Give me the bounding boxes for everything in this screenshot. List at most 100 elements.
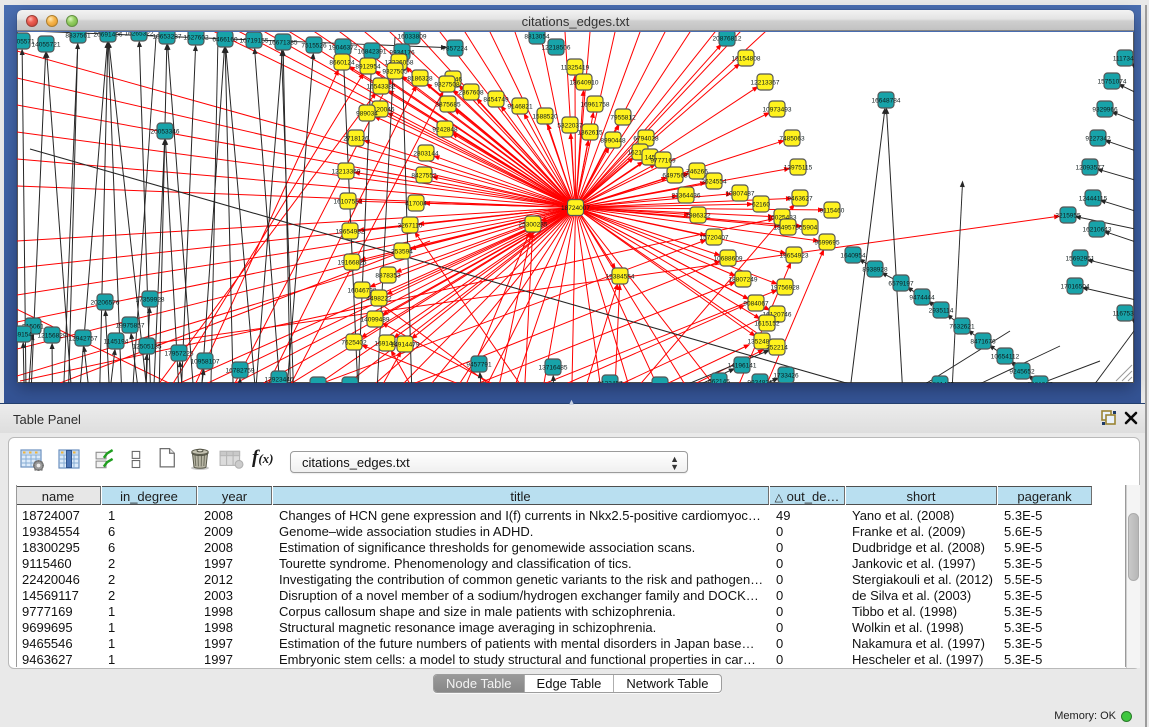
svg-text:20053346: 20053346: [151, 129, 180, 136]
svg-text:20876812: 20876812: [713, 36, 742, 43]
svg-text:15692951: 15692951: [1066, 256, 1095, 263]
svg-text:16265322: 16265322: [125, 32, 154, 38]
svg-text:15751074: 15751074: [1098, 79, 1127, 86]
svg-text:8123457: 8123457: [597, 381, 623, 383]
svg-text:16543382: 16543382: [367, 84, 396, 91]
svg-text:1527602: 1527602: [183, 35, 209, 42]
svg-text:9327505: 9327505: [382, 69, 408, 76]
svg-text:662145: 662145: [708, 379, 730, 383]
svg-text:17359928: 17359928: [136, 297, 165, 304]
svg-text:12505135: 12505135: [133, 344, 162, 351]
svg-text:2935114: 2935114: [929, 308, 954, 315]
svg-text:8990448: 8990448: [600, 138, 626, 145]
svg-text:25300235: 25300235: [519, 222, 548, 229]
svg-text:16648784: 16648784: [872, 98, 901, 105]
svg-text:12444115: 12444115: [1079, 196, 1108, 203]
svg-text:62160: 62160: [752, 202, 770, 209]
svg-text:7857224: 7857224: [442, 46, 468, 53]
svg-text:18495756: 18495756: [774, 225, 803, 232]
svg-text:16107552: 16107552: [334, 199, 363, 206]
svg-text:10688609: 10688609: [714, 256, 743, 263]
svg-text:8454749: 8454749: [483, 97, 509, 104]
svg-text:6579197: 6579197: [888, 281, 914, 288]
svg-text:15720407: 15720407: [700, 235, 729, 242]
svg-text:2718126: 2718126: [343, 136, 369, 143]
svg-text:16842391: 16842391: [358, 49, 387, 56]
svg-text:18640910: 18640910: [570, 80, 599, 87]
svg-text:7955812: 7955812: [610, 115, 636, 122]
svg-text:16154808: 16154808: [732, 56, 761, 63]
svg-text:7632621: 7632621: [949, 324, 975, 331]
svg-text:9474444: 9474444: [909, 295, 935, 302]
svg-text:19384554: 19384554: [606, 274, 635, 281]
svg-text:19756928: 19756928: [771, 285, 800, 292]
svg-text:3875685: 3875685: [435, 102, 461, 109]
svg-text:9777169: 9777169: [650, 158, 676, 165]
svg-text:9463627: 9463627: [787, 196, 813, 203]
svg-text:16671385: 16671385: [269, 40, 298, 47]
svg-text:3215955: 3215955: [1055, 213, 1081, 220]
svg-text:6497568: 6497568: [662, 173, 688, 180]
svg-text:8878353: 8878353: [375, 273, 401, 280]
svg-text:17957225: 17957225: [165, 351, 194, 358]
svg-text:9227342: 9227342: [1085, 136, 1111, 143]
svg-text:1588520: 1588520: [532, 114, 558, 121]
svg-text:16961758: 16961758: [581, 102, 610, 109]
svg-text:18807249: 18807249: [729, 277, 758, 284]
svg-text:8186328: 8186328: [407, 76, 433, 83]
svg-text:20691406: 20691406: [94, 32, 123, 39]
svg-text:1615152: 1615152: [754, 321, 780, 328]
svg-text:20206576: 20206576: [91, 300, 120, 307]
svg-text:8427552: 8427552: [411, 173, 437, 180]
svg-text:19166825: 19166825: [338, 260, 367, 267]
svg-text:13716485: 13716485: [539, 365, 568, 372]
svg-text:18724007: 18724007: [561, 205, 590, 212]
svg-text:17016504: 17016504: [1061, 284, 1090, 291]
svg-text:16033809: 16033809: [398, 34, 427, 41]
svg-text:19975857: 19975857: [116, 323, 145, 330]
svg-text:10807487: 10807487: [726, 191, 755, 198]
svg-text:9699695: 9699695: [814, 240, 840, 247]
svg-text:5904: 5904: [803, 225, 818, 232]
svg-text:16210643: 16210643: [1083, 227, 1112, 234]
svg-text:1145194: 1145194: [104, 339, 129, 346]
svg-text:8471676: 8471676: [970, 339, 996, 346]
svg-text:7986322: 7986322: [685, 213, 711, 220]
svg-text:19654923: 19654923: [780, 253, 809, 260]
svg-text:9115460: 9115460: [820, 208, 845, 215]
svg-text:8837561: 8837561: [65, 33, 91, 40]
svg-text:9327508: 9327508: [434, 82, 460, 89]
svg-text:7485063: 7485063: [779, 136, 805, 143]
svg-text:1117348: 1117348: [1113, 56, 1134, 63]
svg-text:12923446: 12923446: [265, 377, 294, 383]
svg-text:14196141: 14196141: [728, 363, 757, 370]
svg-text:2803144: 2803144: [413, 151, 439, 158]
svg-text:1733426: 1733426: [773, 373, 799, 380]
svg-text:19654982: 19654982: [336, 229, 365, 236]
svg-text:8231907: 8231907: [1027, 382, 1053, 383]
svg-text:9242848: 9242848: [432, 127, 458, 134]
svg-text:746266: 746266: [686, 169, 708, 176]
svg-text:1640954: 1640954: [840, 253, 866, 260]
svg-text:12942757: 12942757: [69, 336, 98, 343]
svg-text:10719155: 10719155: [240, 38, 269, 45]
svg-text:6466160: 6466160: [212, 37, 238, 44]
svg-text:5322037: 5322037: [557, 123, 583, 130]
svg-text:8912954: 8912954: [355, 64, 381, 71]
svg-text:1362615: 1362615: [577, 130, 603, 137]
svg-text:9084067: 9084067: [743, 301, 769, 308]
svg-text:14914479: 14914479: [391, 342, 420, 349]
svg-text:12213367: 12213367: [751, 80, 780, 87]
svg-text:417004: 417004: [405, 201, 427, 208]
svg-text:6794028: 6794028: [633, 136, 659, 143]
svg-text:13975115: 13975115: [784, 165, 813, 172]
svg-text:11231455: 11231455: [926, 382, 955, 383]
svg-text:10654112: 10654112: [991, 354, 1020, 361]
svg-text:12213369: 12213369: [332, 169, 361, 176]
svg-text:39154: 39154: [17, 332, 32, 339]
svg-text:1167534: 1167534: [1113, 311, 1134, 318]
svg-text:10653287: 10653287: [153, 34, 182, 41]
svg-text:21364436: 21364436: [672, 193, 701, 200]
svg-text:9934821: 9934821: [747, 380, 773, 383]
svg-text:3624554: 3624554: [701, 179, 727, 186]
